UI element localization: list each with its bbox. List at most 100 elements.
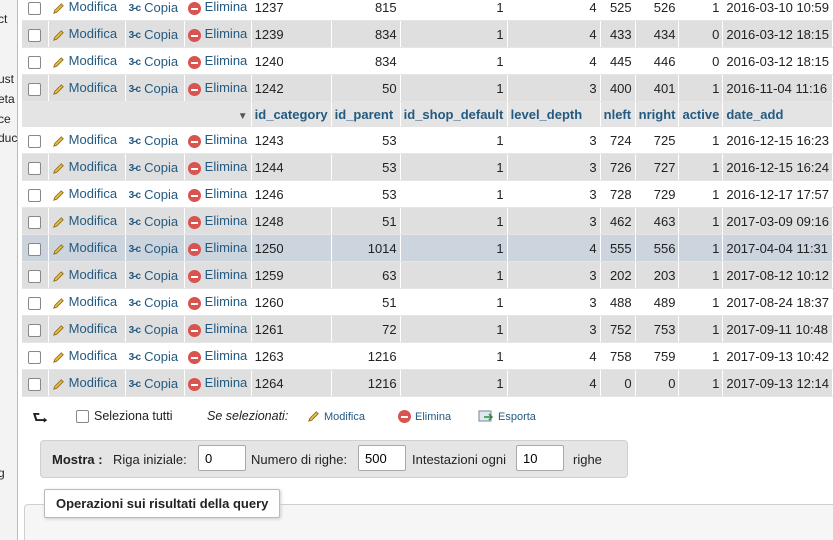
copy-row-button[interactable]: 3-c Copia bbox=[125, 234, 185, 262]
cell-nleft[interactable]: 433 bbox=[600, 20, 636, 48]
cell-nleft[interactable]: 728 bbox=[600, 180, 636, 208]
copy-row-button[interactable]: 3-c Copia bbox=[125, 369, 185, 397]
cell-id-parent[interactable]: 53 bbox=[331, 127, 401, 154]
cell-id-category[interactable]: 1248 bbox=[251, 207, 332, 235]
cell-id-category[interactable]: 1240 bbox=[251, 47, 332, 75]
cell-level-depth[interactable]: 3 bbox=[507, 127, 601, 154]
edit-row-button[interactable]: Modifica bbox=[48, 369, 126, 397]
cell-id-category[interactable]: 1264 bbox=[251, 369, 332, 397]
cell-id-shop-default[interactable]: 1 bbox=[400, 127, 508, 154]
cell-id-parent[interactable]: 51 bbox=[331, 207, 401, 235]
cell-id-parent[interactable]: 53 bbox=[331, 180, 401, 208]
edit-row-button[interactable]: Modifica bbox=[48, 153, 126, 181]
cell-active[interactable]: 1 bbox=[678, 369, 724, 397]
row-checkbox[interactable] bbox=[22, 153, 49, 181]
cell-nright[interactable]: 203 bbox=[635, 261, 680, 289]
edit-row-button[interactable]: Modifica bbox=[48, 261, 126, 289]
cell-nleft[interactable]: 400 bbox=[600, 74, 636, 102]
delete-row-button[interactable]: Elimina bbox=[184, 342, 252, 370]
edit-row-button[interactable]: Modifica bbox=[48, 180, 126, 208]
cell-date-add[interactable]: 2017-08-24 18:37 bbox=[722, 288, 833, 316]
column-header-id-category[interactable]: id_category bbox=[251, 101, 332, 127]
table-row[interactable]: Modifica 3-c Copia Elimina 1237 815 1 4 525 526 1 2… bbox=[22, 0, 833, 21]
delete-row-button[interactable]: Elimina bbox=[184, 180, 252, 208]
table-row[interactable]: Modifica 3-c Copia Elimina 1264 1216 1 4 0 0 1 2017… bbox=[22, 369, 833, 397]
cell-active[interactable]: 0 bbox=[678, 20, 724, 48]
headers-every-input[interactable] bbox=[516, 445, 564, 471]
cell-nright[interactable]: 434 bbox=[635, 20, 680, 48]
cell-level-depth[interactable]: 3 bbox=[507, 288, 601, 316]
cell-id-shop-default[interactable]: 1 bbox=[400, 74, 508, 102]
copy-row-button[interactable]: 3-c Copia bbox=[125, 180, 185, 208]
cell-id-category[interactable]: 1260 bbox=[251, 288, 332, 316]
cell-date-add[interactable]: 2016-12-15 16:23 bbox=[722, 127, 833, 154]
cell-id-shop-default[interactable]: 1 bbox=[400, 288, 508, 316]
edit-row-button[interactable]: Modifica bbox=[48, 20, 126, 48]
cell-id-shop-default[interactable]: 1 bbox=[400, 207, 508, 235]
table-row[interactable]: Modifica 3-c Copia Elimina 1259 63 1 3 202 203 1 20… bbox=[22, 261, 833, 289]
delete-row-button[interactable]: Elimina bbox=[184, 234, 252, 262]
cell-id-parent[interactable]: 53 bbox=[331, 153, 401, 181]
column-header-nright[interactable]: nright bbox=[635, 101, 680, 127]
copy-row-button[interactable]: 3-c Copia bbox=[125, 20, 185, 48]
cell-id-shop-default[interactable]: 1 bbox=[400, 234, 508, 262]
cell-id-parent[interactable]: 834 bbox=[331, 47, 401, 75]
table-row[interactable]: Modifica 3-c Copia Elimina 1263 1216 1 4 758 759 1… bbox=[22, 342, 833, 370]
edit-row-button[interactable]: Modifica bbox=[48, 234, 126, 262]
delete-row-button[interactable]: Elimina bbox=[184, 47, 252, 75]
cell-level-depth[interactable]: 3 bbox=[507, 74, 601, 102]
cell-id-category[interactable]: 1242 bbox=[251, 74, 332, 102]
bulk-edit-button[interactable]: Modifica bbox=[307, 409, 365, 423]
sidebar-text-fragment[interactable]: ce bbox=[0, 112, 11, 126]
cell-id-parent[interactable]: 72 bbox=[331, 315, 401, 343]
cell-id-parent[interactable]: 834 bbox=[331, 20, 401, 48]
cell-nright[interactable]: 556 bbox=[635, 234, 680, 262]
delete-row-button[interactable]: Elimina bbox=[184, 261, 252, 289]
cell-nright[interactable]: 526 bbox=[635, 0, 680, 21]
edit-row-button[interactable]: Modifica bbox=[48, 127, 126, 154]
cell-id-parent[interactable]: 1014 bbox=[331, 234, 401, 262]
cell-active[interactable]: 1 bbox=[678, 261, 724, 289]
cell-nright[interactable]: 446 bbox=[635, 47, 680, 75]
cell-active[interactable]: 1 bbox=[678, 74, 724, 102]
edit-row-button[interactable]: Modifica bbox=[48, 0, 126, 21]
cell-level-depth[interactable]: 3 bbox=[507, 207, 601, 235]
cell-id-category[interactable]: 1237 bbox=[251, 0, 332, 21]
row-checkbox[interactable] bbox=[22, 234, 49, 262]
cell-nleft[interactable]: 724 bbox=[600, 127, 636, 154]
cell-nright[interactable]: 463 bbox=[635, 207, 680, 235]
cell-active[interactable]: 1 bbox=[678, 234, 724, 262]
cell-id-shop-default[interactable]: 1 bbox=[400, 153, 508, 181]
cell-date-add[interactable]: 2016-03-12 18:15 bbox=[722, 20, 833, 48]
bulk-delete-button[interactable]: Elimina bbox=[398, 409, 451, 424]
cell-level-depth[interactable]: 3 bbox=[507, 261, 601, 289]
row-checkbox[interactable] bbox=[22, 47, 49, 75]
table-row[interactable]: Modifica 3-c Copia Elimina 1261 72 1 3 752 753 1 20… bbox=[22, 315, 833, 343]
cell-active[interactable]: 1 bbox=[678, 288, 724, 316]
row-checkbox[interactable] bbox=[22, 207, 49, 235]
cell-date-add[interactable]: 2017-08-12 10:12 bbox=[722, 261, 833, 289]
column-header-id-parent[interactable]: id_parent bbox=[331, 101, 401, 127]
cell-date-add[interactable]: 2017-09-11 10:48 bbox=[722, 315, 833, 343]
cell-date-add[interactable]: 2016-12-15 16:24 bbox=[722, 153, 833, 181]
table-row[interactable]: Modifica 3-c Copia Elimina 1250 1014 1 4 555 556 1… bbox=[22, 234, 833, 262]
cell-nright[interactable]: 725 bbox=[635, 127, 680, 154]
delete-row-button[interactable]: Elimina bbox=[184, 0, 252, 21]
cell-active[interactable]: 1 bbox=[678, 180, 724, 208]
cell-level-depth[interactable]: 4 bbox=[507, 234, 601, 262]
sidebar-text-fragment[interactable]: ust bbox=[0, 72, 14, 86]
column-header-level-depth[interactable]: level_depth bbox=[507, 101, 601, 127]
cell-active[interactable]: 1 bbox=[678, 127, 724, 154]
cell-nleft[interactable]: 0 bbox=[600, 369, 636, 397]
row-checkbox[interactable] bbox=[22, 180, 49, 208]
cell-active[interactable]: 0 bbox=[678, 47, 724, 75]
delete-row-button[interactable]: Elimina bbox=[184, 315, 252, 343]
copy-row-button[interactable]: 3-c Copia bbox=[125, 207, 185, 235]
copy-row-button[interactable]: 3-c Copia bbox=[125, 0, 185, 21]
column-header-active[interactable]: active bbox=[678, 101, 724, 127]
cell-nright[interactable]: 753 bbox=[635, 315, 680, 343]
cell-date-add[interactable]: 2016-11-04 11:16 bbox=[722, 74, 833, 102]
copy-row-button[interactable]: 3-c Copia bbox=[125, 261, 185, 289]
sort-options-cell[interactable]: ▼ bbox=[22, 101, 252, 127]
cell-id-shop-default[interactable]: 1 bbox=[400, 20, 508, 48]
